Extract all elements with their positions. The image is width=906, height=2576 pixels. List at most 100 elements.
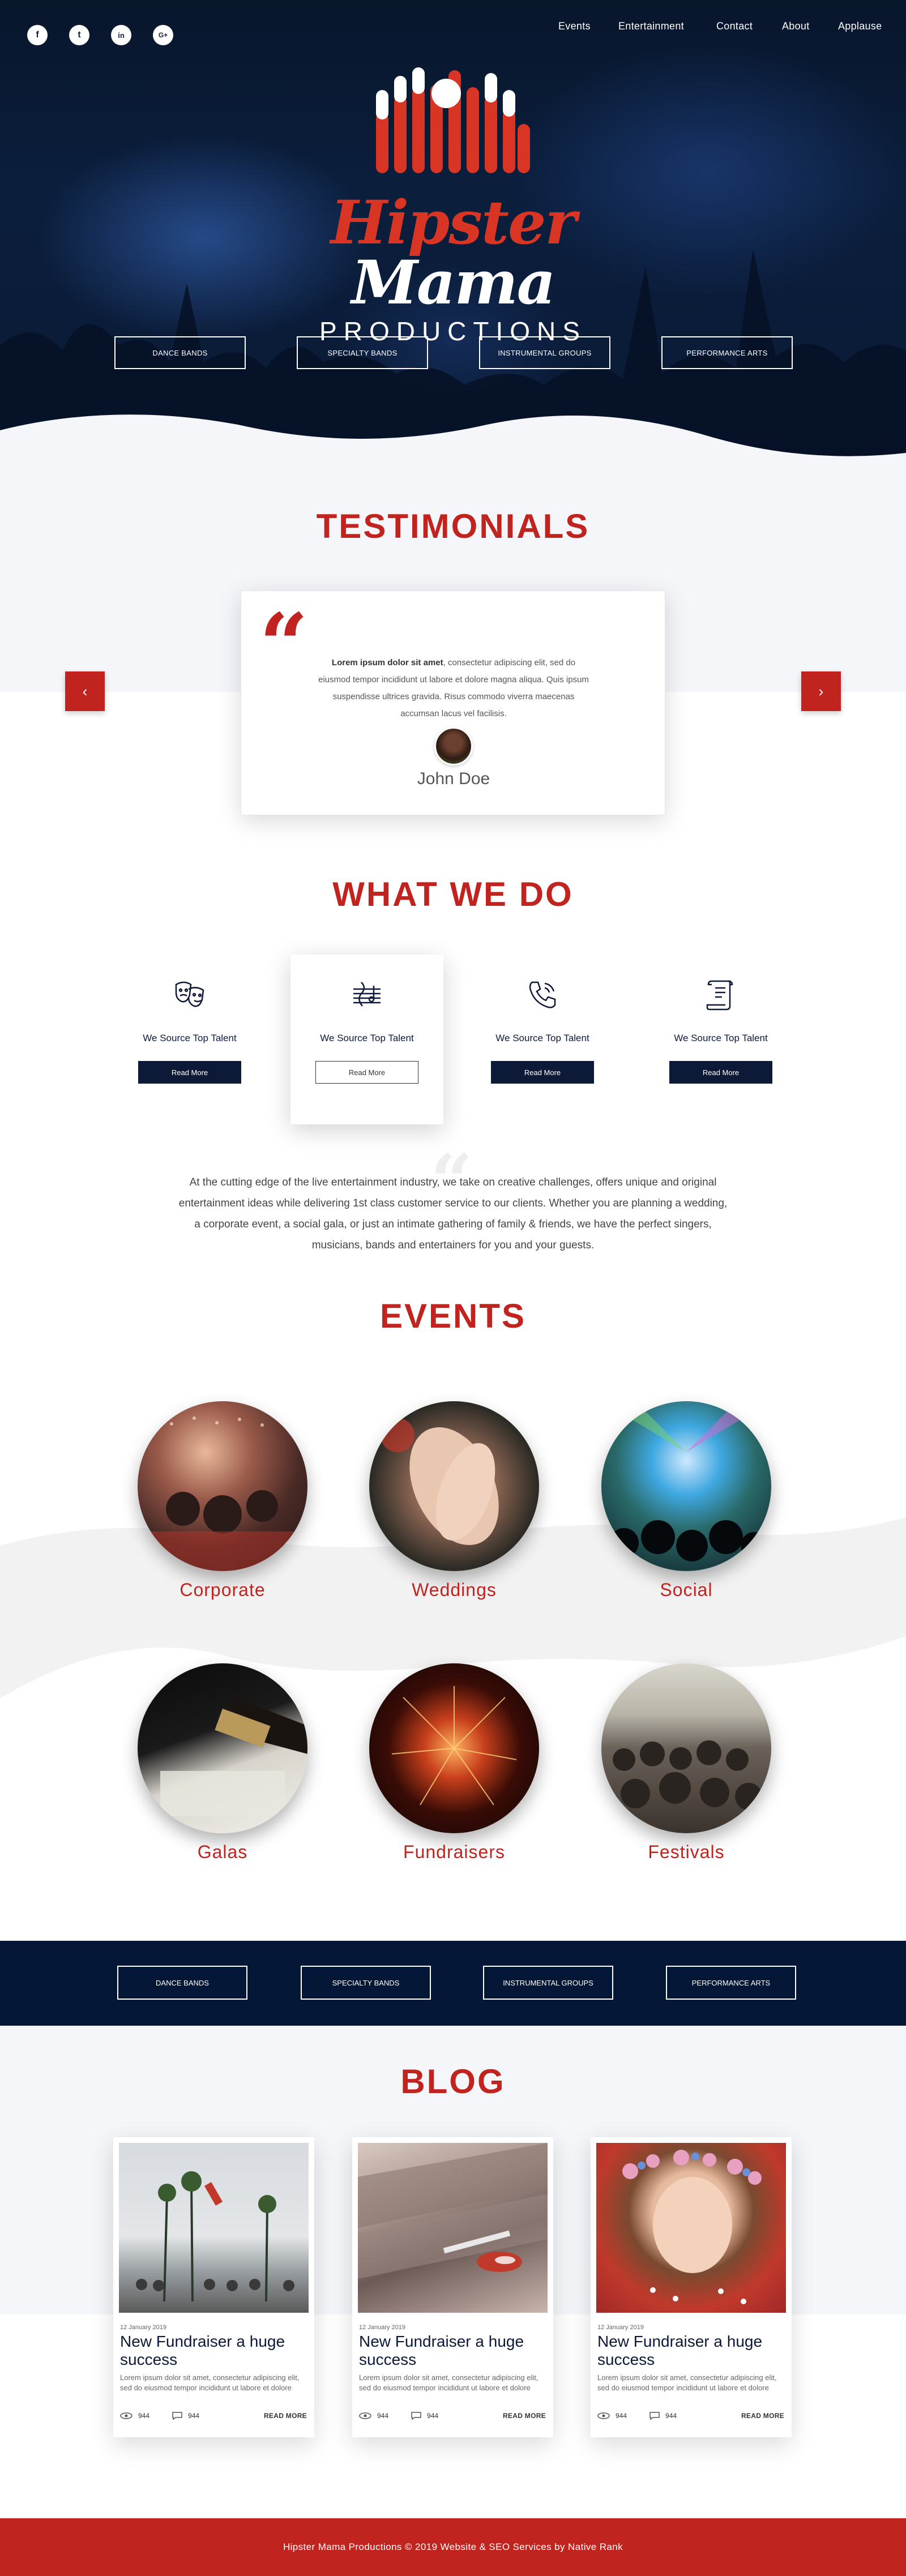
next-arrow-button[interactable]: › xyxy=(801,671,841,711)
event-image-corporate[interactable] xyxy=(138,1401,307,1571)
testimonials-title: TESTIMONIALS xyxy=(316,507,590,545)
post-title[interactable]: New Fundraiser a huge success xyxy=(120,2333,307,2369)
footer-text: Hipster Mama Productions © 2019 Website … xyxy=(283,2541,623,2552)
post-title[interactable]: New Fundraiser a huge success xyxy=(359,2333,546,2369)
post-date: 12 January 2019 xyxy=(120,2324,166,2331)
facebook-icon[interactable]: f xyxy=(27,25,48,45)
post-meta: 944 944 READ MORE xyxy=(597,2412,784,2420)
views-count: 944 xyxy=(377,2412,389,2420)
eye-icon xyxy=(597,2412,610,2419)
service-item: We Source Top Talent Read More xyxy=(644,955,797,1084)
blog-title: BLOG xyxy=(400,2062,506,2100)
scroll-icon xyxy=(701,975,741,1015)
post-excerpt: Lorem ipsum dolor sit amet, consectetur … xyxy=(597,2373,777,2392)
views: 944 xyxy=(359,2412,388,2420)
service-label: We Source Top Talent xyxy=(495,1033,589,1043)
views-count: 944 xyxy=(616,2412,627,2420)
hero-wave xyxy=(0,414,906,470)
hero-button-dance-bands[interactable]: Dance Bands xyxy=(114,336,246,369)
footer: Hipster Mama Productions © 2019 Website … xyxy=(0,2518,906,2576)
twitter-icon[interactable]: t xyxy=(69,25,89,45)
logo[interactable]: Hipster Mama PRODUCTIONS xyxy=(283,192,623,346)
post-title[interactable]: New Fundraiser a huge success xyxy=(597,2333,784,2369)
music-notes-icon xyxy=(347,975,387,1015)
nav-applause[interactable]: Applause xyxy=(838,20,882,32)
comments: 944 xyxy=(411,2412,438,2420)
google-plus-icon[interactable]: G+ xyxy=(153,25,173,45)
event-label-weddings[interactable]: Weddings xyxy=(352,1580,556,1601)
blog-post: 12 January 2019 New Fundraiser a huge su… xyxy=(591,2137,792,2437)
blog-post: 12 January 2019 New Fundraiser a huge su… xyxy=(113,2137,314,2437)
eye-icon xyxy=(359,2412,371,2419)
service-label: We Source Top Talent xyxy=(674,1033,768,1043)
event-label-festivals[interactable]: Festivals xyxy=(584,1842,788,1863)
phone-icon xyxy=(523,975,562,1015)
views-count: 944 xyxy=(138,2412,150,2420)
prev-arrow-button[interactable]: ‹ xyxy=(65,671,105,711)
read-more-button[interactable]: Read More xyxy=(491,1061,594,1084)
comment-icon xyxy=(411,2412,421,2420)
eye-icon xyxy=(120,2412,133,2419)
service-item-active: We Source Top Talent Read More xyxy=(290,955,443,1124)
views: 944 xyxy=(120,2412,149,2420)
linkedin-icon[interactable]: in xyxy=(111,25,131,45)
event-label-fundraisers[interactable]: Fundraisers xyxy=(352,1842,556,1863)
read-more-link[interactable]: READ MORE xyxy=(264,2412,307,2420)
comments-count: 944 xyxy=(665,2412,677,2420)
nav-entertainment[interactable]: Entertainment xyxy=(618,20,684,32)
event-image-galas[interactable] xyxy=(138,1663,307,1833)
hero-button-performance-arts[interactable]: Performance Arts xyxy=(661,336,793,369)
blog-post: 12 January 2019 New Fundraiser a huge su… xyxy=(352,2137,553,2437)
hero-button-instrumental-groups[interactable]: Instrumental Groups xyxy=(479,336,610,369)
hero: f t in G+ Events Entertainment Contact A… xyxy=(0,0,906,470)
avatar xyxy=(434,727,473,765)
event-label-social[interactable]: Social xyxy=(584,1580,788,1601)
band-button-performance-arts[interactable]: Performance Arts xyxy=(666,1966,796,2000)
what-we-do-title: WHAT WE DO xyxy=(332,875,574,913)
nav-events[interactable]: Events xyxy=(558,20,591,32)
event-image-festivals[interactable] xyxy=(601,1663,771,1833)
comments: 944 xyxy=(649,2412,677,2420)
events-title: EVENTS xyxy=(379,1297,527,1335)
read-more-link[interactable]: READ MORE xyxy=(503,2412,546,2420)
band-button-dance-bands[interactable]: Dance Bands xyxy=(117,1966,247,2000)
comment-icon xyxy=(172,2412,182,2420)
post-excerpt: Lorem ipsum dolor sit amet, consectetur … xyxy=(359,2373,539,2392)
event-image-weddings[interactable] xyxy=(369,1401,539,1571)
event-image-fundraisers[interactable] xyxy=(369,1663,539,1833)
read-more-link[interactable]: READ MORE xyxy=(741,2412,784,2420)
testimonial-text: Lorem ipsum dolor sit amet, consectetur … xyxy=(315,654,592,722)
quote-icon: “ xyxy=(259,595,309,695)
comment-icon xyxy=(649,2412,660,2420)
theater-masks-icon xyxy=(170,975,210,1015)
read-more-button[interactable]: Read More xyxy=(315,1061,418,1084)
post-excerpt: Lorem ipsum dolor sit amet, consectetur … xyxy=(120,2373,300,2392)
event-label-galas[interactable]: Galas xyxy=(121,1842,324,1863)
testimonial-name: John Doe xyxy=(417,769,490,788)
service-item: We Source Top Talent Read More xyxy=(466,955,619,1084)
nav-contact[interactable]: Contact xyxy=(716,20,753,32)
blog-post-image[interactable] xyxy=(119,2143,309,2313)
hero-button-specialty-bands[interactable]: Specialty Bands xyxy=(297,336,428,369)
testimonial-card: “ Lorem ipsum dolor sit amet, consectetu… xyxy=(241,590,665,815)
event-label-corporate[interactable]: Corporate xyxy=(121,1580,324,1601)
logo-equalizer-icon xyxy=(376,67,530,173)
band-button-specialty-bands[interactable]: Specialty Bands xyxy=(301,1966,431,2000)
service-label: We Source Top Talent xyxy=(143,1033,237,1043)
read-more-button[interactable]: Read More xyxy=(138,1061,241,1084)
band-button-instrumental-groups[interactable]: Instrumental Groups xyxy=(483,1966,613,2000)
service-label: We Source Top Talent xyxy=(320,1033,414,1043)
comments-count: 944 xyxy=(427,2412,439,2420)
testimonial-bold: Lorem ipsum dolor sit amet xyxy=(331,658,443,667)
nav-about[interactable]: About xyxy=(782,20,810,32)
intro-paragraph: At the cutting edge of the live entertai… xyxy=(178,1176,728,1251)
read-more-button[interactable]: Read More xyxy=(669,1061,772,1084)
event-image-social[interactable] xyxy=(601,1401,771,1571)
post-date: 12 January 2019 xyxy=(359,2324,405,2331)
post-meta: 944 944 READ MORE xyxy=(359,2412,546,2420)
post-meta: 944 944 READ MORE xyxy=(120,2412,307,2420)
views: 944 xyxy=(597,2412,627,2420)
comments: 944 xyxy=(172,2412,199,2420)
blog-post-image[interactable] xyxy=(358,2143,548,2313)
blog-post-image[interactable] xyxy=(596,2143,786,2313)
